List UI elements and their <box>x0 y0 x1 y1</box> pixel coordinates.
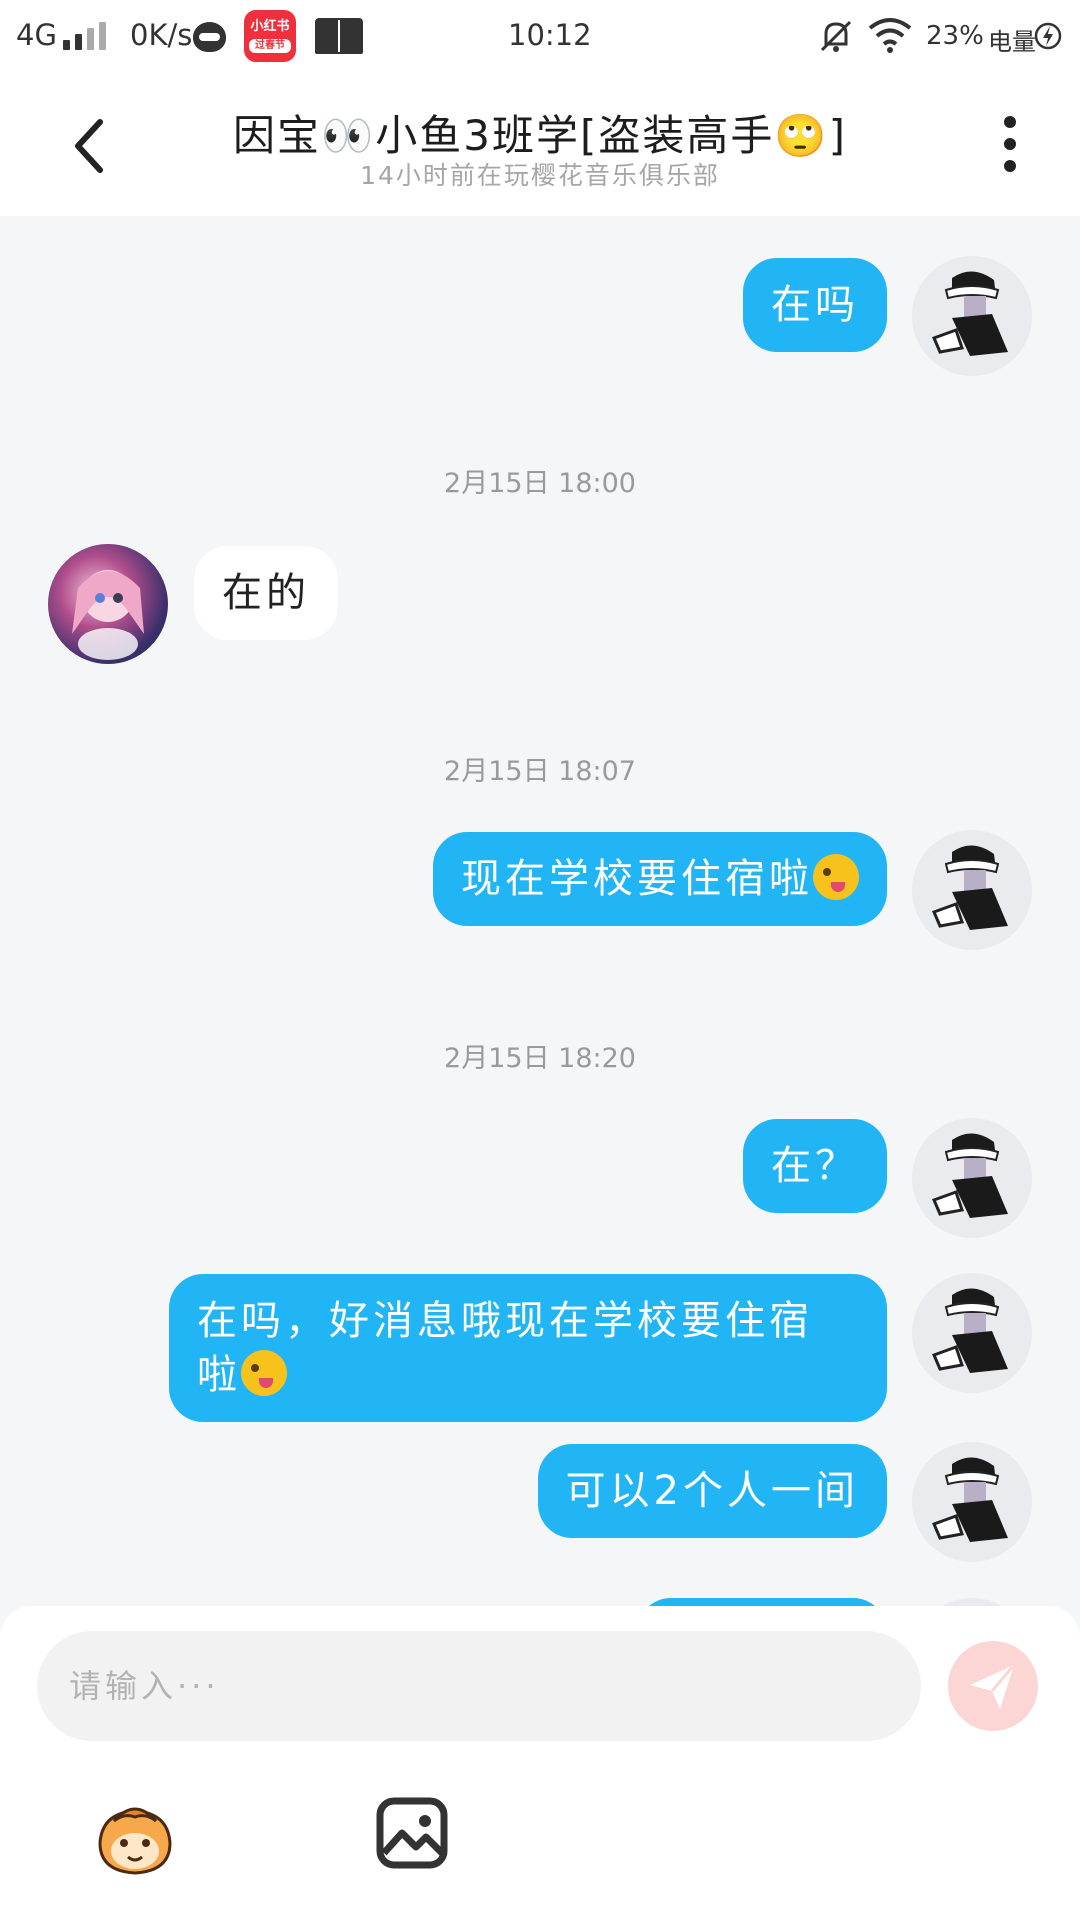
message-timestamp: 2月15日 18:07 <box>444 756 636 787</box>
message-bubble-outgoing[interactable]: 现在学校要住宿啦 <box>433 832 887 926</box>
back-button[interactable] <box>60 106 120 186</box>
status-bar: 4G 0K/s 小红书 过春节 10:12 23% 电量 <box>0 0 1080 76</box>
message-timestamp: 2月15日 18:00 <box>444 468 636 499</box>
message-timestamp: 2月15日 18:20 <box>444 1043 636 1074</box>
message-text: 在的 <box>222 570 310 616</box>
battery-percent: 23% <box>926 21 984 51</box>
message-text: 可以2个人一间 <box>565 1468 859 1514</box>
network-type: 4G <box>16 18 57 52</box>
my-avatar[interactable] <box>912 256 1032 376</box>
message-bubble-outgoing[interactable]: 在？ <box>743 1119 887 1213</box>
my-avatar-image <box>931 271 1008 356</box>
chat-header: 因宝👀小鱼3班学[盗装高手🙄] 14小时前在玩樱花音乐俱乐部 <box>0 76 1080 216</box>
my-avatar[interactable] <box>912 1598 1032 1606</box>
signal-icon <box>63 22 111 50</box>
my-avatar-image <box>931 1288 1008 1373</box>
contact-avatar-image <box>72 570 144 660</box>
red-app-line1: 小红书 <box>250 19 290 34</box>
chat-title: 因宝👀小鱼3班学[盗装高手🙄] <box>232 111 848 160</box>
contact-avatar[interactable] <box>48 544 168 664</box>
message-bubble-outgoing[interactable]: 可以2个人一间 <box>537 1444 887 1538</box>
red-app-line2: 过春节 <box>249 39 291 53</box>
chat-subtitle: 14小时前在玩樱花音乐俱乐部 <box>360 161 720 190</box>
clock: 10:12 <box>508 18 592 52</box>
message-list[interactable]: 在吗 2月15日 18:00 在的 2月15日 18:07 现在学校要住宿啦 2… <box>0 216 1080 1606</box>
mute-bell-icon <box>820 20 852 52</box>
my-avatar[interactable] <box>912 830 1032 950</box>
network-speed: 0K/s <box>130 18 193 52</box>
xiaohongshu-app-icon: 小红书 过春节 <box>244 10 296 62</box>
charging-icon <box>1034 22 1062 50</box>
message-input[interactable] <box>37 1631 921 1741</box>
cat-app-icon <box>193 22 226 52</box>
message-bubble-incoming[interactable]: 在的 <box>194 546 338 640</box>
message-bubble-outgoing[interactable]: 在吗，好消息哦现在学校要住宿 啦 <box>169 1274 887 1422</box>
battery-label: 电量 <box>988 28 1036 56</box>
image-icon <box>376 1797 448 1869</box>
winking-tongue-emoji-icon <box>241 1350 287 1396</box>
my-avatar-image <box>931 845 1008 930</box>
message-bubble-outgoing[interactable]: 在吗 <box>743 258 887 352</box>
wifi-icon <box>868 18 912 53</box>
message-text: 在？ <box>771 1143 859 1189</box>
my-avatar[interactable] <box>912 1442 1032 1562</box>
message-bubble-outgoing-partial[interactable] <box>637 1598 887 1606</box>
my-avatar[interactable] <box>912 1118 1032 1238</box>
send-button[interactable] <box>948 1641 1038 1731</box>
my-avatar-image <box>931 1133 1008 1218</box>
input-panel <box>0 1606 1080 1920</box>
more-options-button[interactable] <box>990 116 1030 180</box>
message-text-line2: 啦 <box>197 1352 241 1398</box>
my-avatar[interactable] <box>912 1273 1032 1393</box>
message-text: 在吗，好消息哦现在学校要住宿 <box>197 1298 813 1344</box>
message-text: 现在学校要住宿啦 <box>461 856 813 902</box>
my-avatar-image <box>931 1457 1008 1542</box>
send-icon <box>970 1664 1016 1709</box>
more-vertical-icon <box>990 116 1030 172</box>
winking-tongue-emoji-icon <box>813 854 859 900</box>
sticker-icon <box>98 1807 172 1875</box>
sticker-button[interactable] <box>90 1791 180 1881</box>
image-button[interactable] <box>370 1791 460 1881</box>
book-app-icon <box>315 18 363 54</box>
back-arrow-icon <box>75 119 103 173</box>
message-text: 在吗 <box>771 282 859 328</box>
